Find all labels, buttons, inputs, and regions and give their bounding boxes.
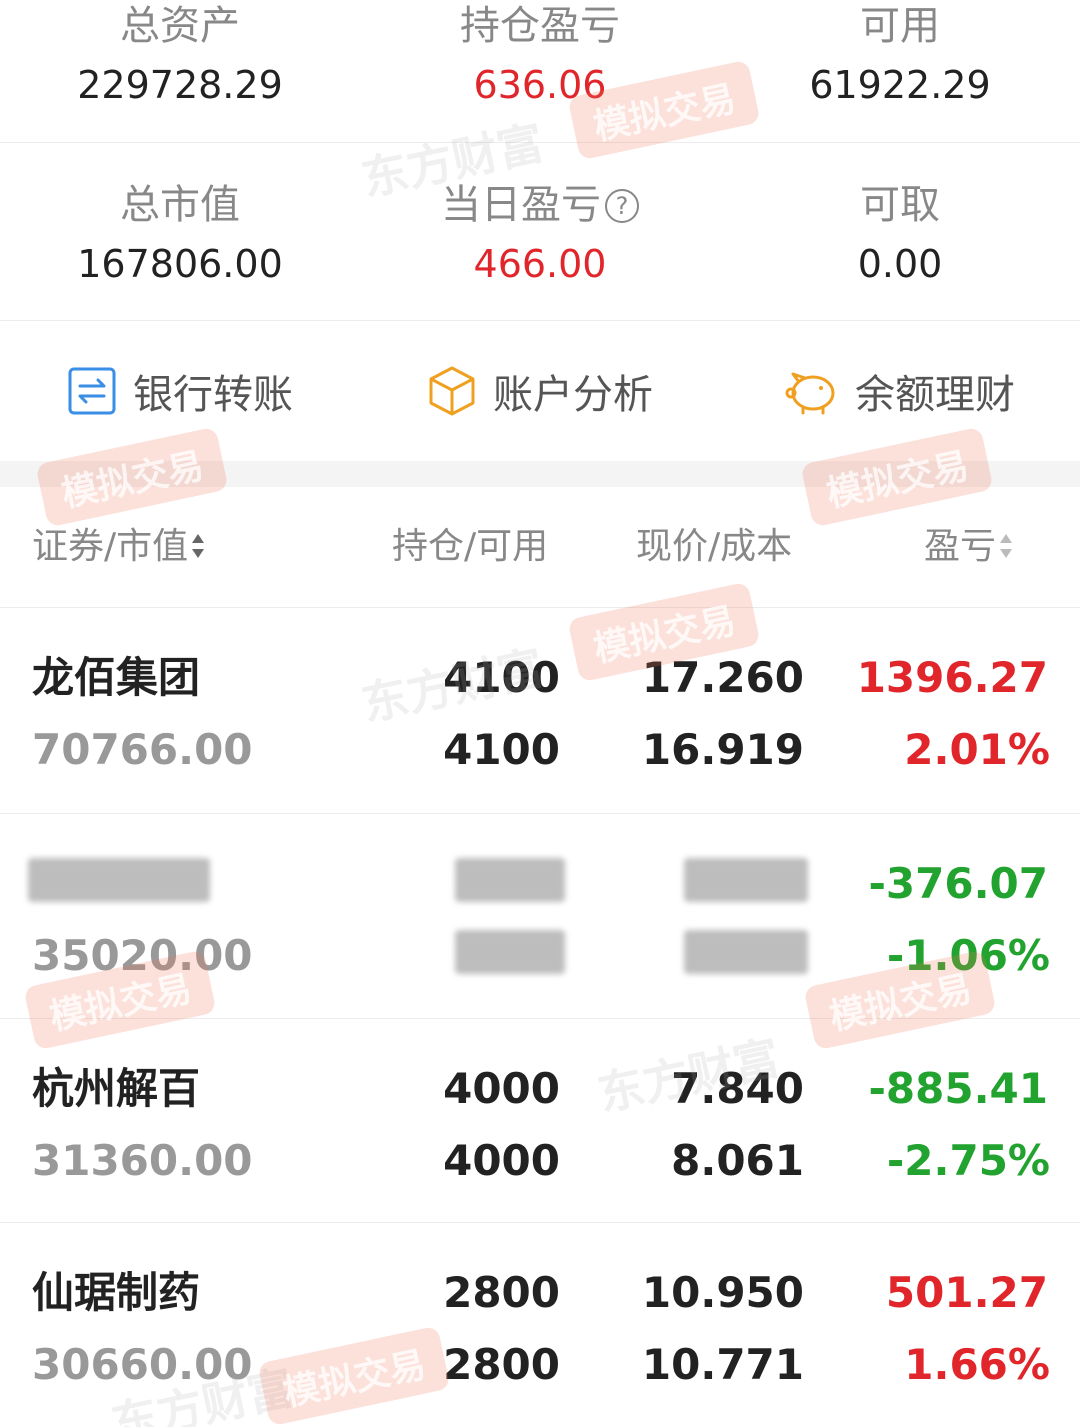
stock-cost: 8.061: [671, 1136, 804, 1185]
transfer-icon: [68, 367, 116, 415]
header-security-label: 证券/市值: [32, 526, 189, 567]
daily-pl-label: 当日盈亏: [441, 182, 601, 228]
summary-row-1: 总资产 229728.29 持仓盈亏 636.06 可用 61922.29: [0, 0, 1080, 142]
header-pl[interactable]: 盈亏: [924, 525, 1014, 569]
stock-pl-pct: 2.01%: [904, 725, 1050, 774]
stock-available: 2800: [443, 1340, 560, 1389]
stock-pl: -885.41: [868, 1064, 1048, 1113]
position-pl-value: 636.06: [473, 63, 607, 107]
total-assets-value: 229728.29: [77, 63, 283, 107]
balance-finance-button[interactable]: 余额理财: [720, 362, 1080, 420]
redacted-stock-name: [28, 858, 210, 902]
header-holding: 持仓/可用: [392, 526, 549, 567]
redacted-holding: [455, 858, 565, 902]
stock-available: 4000: [443, 1136, 560, 1185]
total-assets-cell: 总资产 229728.29: [0, 0, 360, 142]
total-assets-label: 总资产: [120, 3, 240, 49]
stock-pl: 501.27: [885, 1268, 1048, 1317]
available-label: 可用: [860, 3, 940, 49]
stock-holding: 4100: [443, 653, 560, 702]
stock-pl: -376.07: [868, 859, 1048, 908]
stock-holding: 2800: [443, 1268, 560, 1317]
withdrawable-label: 可取: [860, 182, 940, 228]
redacted-available: [455, 930, 565, 974]
stock-name: 杭州解百: [32, 1064, 201, 1113]
section-separator: [0, 461, 1080, 487]
position-pl-cell: 持仓盈亏 636.06: [360, 0, 720, 142]
action-bar: 银行转账 账户分析 余额理财: [0, 321, 1080, 461]
stock-pl-pct: -1.06%: [886, 931, 1050, 980]
daily-pl-cell: 当日盈亏? 466.00: [360, 143, 720, 320]
box-icon: [429, 366, 475, 416]
bank-transfer-label: 银行转账: [133, 372, 293, 418]
sort-icon: [192, 534, 205, 558]
stock-holding: 4000: [443, 1064, 560, 1113]
summary-row-2: 总市值 167806.00 当日盈亏? 466.00 可取 0.00: [0, 143, 1080, 320]
bank-transfer-button[interactable]: 银行转账: [0, 362, 360, 420]
withdrawable-value: 0.00: [857, 242, 943, 286]
daily-pl-label-wrap: 当日盈亏?: [360, 179, 720, 231]
available-cell: 可用 61922.29: [720, 0, 1080, 142]
account-analysis-label: 账户分析: [493, 372, 653, 418]
withdrawable-cell: 可取 0.00: [720, 143, 1080, 320]
stock-market-value: 70766.00: [32, 725, 253, 774]
table-row[interactable]: 龙佰集团 70766.00 4100 4100 17.260 16.919 13…: [0, 608, 1080, 813]
position-pl-label: 持仓盈亏: [460, 3, 620, 49]
header-price: 现价/成本: [636, 526, 793, 567]
table-row[interactable]: 35020.00 -376.07 -1.06%: [0, 814, 1080, 1019]
stock-name: 仙琚制药: [32, 1268, 201, 1317]
stock-available: 4100: [443, 725, 560, 774]
question-mark-icon[interactable]: ?: [605, 189, 639, 223]
stock-name: 龙佰集团: [32, 653, 201, 702]
available-value: 61922.29: [809, 63, 991, 107]
stock-price: 10.950: [641, 1268, 804, 1317]
stock-market-value: 30660.00: [32, 1340, 253, 1389]
stock-price: 17.260: [641, 653, 804, 702]
market-value-cell: 总市值 167806.00: [0, 143, 360, 320]
redacted-cost: [684, 930, 808, 974]
market-value-label: 总市值: [120, 182, 240, 228]
stock-market-value: 35020.00: [32, 931, 253, 980]
header-pl-label: 盈亏: [924, 526, 997, 567]
table-row[interactable]: 杭州解百 31360.00 4000 4000 7.840 8.061 -885…: [0, 1019, 1080, 1224]
table-row[interactable]: 仙琚制药 30660.00 2800 2800 10.950 10.771 50…: [0, 1223, 1080, 1427]
daily-pl-value: 466.00: [473, 242, 607, 286]
table-header: 证券/市值 持仓/可用 现价/成本 盈亏: [0, 487, 1080, 607]
header-security[interactable]: 证券/市值: [32, 525, 206, 569]
account-analysis-button[interactable]: 账户分析: [360, 362, 720, 420]
stock-cost: 16.919: [641, 725, 804, 774]
market-value-value: 167806.00: [77, 242, 283, 286]
sort-icon: [1000, 534, 1013, 558]
stock-pl: 1396.27: [856, 653, 1048, 702]
stock-pl-pct: -2.75%: [886, 1136, 1050, 1185]
stock-pl-pct: 1.66%: [904, 1340, 1050, 1389]
stock-market-value: 31360.00: [32, 1136, 253, 1185]
piggy-bank-icon: [785, 372, 835, 415]
balance-finance-label: 余额理财: [855, 372, 1015, 418]
redacted-price: [684, 858, 808, 902]
stock-price: 7.840: [671, 1064, 804, 1113]
stock-cost: 10.771: [641, 1340, 804, 1389]
